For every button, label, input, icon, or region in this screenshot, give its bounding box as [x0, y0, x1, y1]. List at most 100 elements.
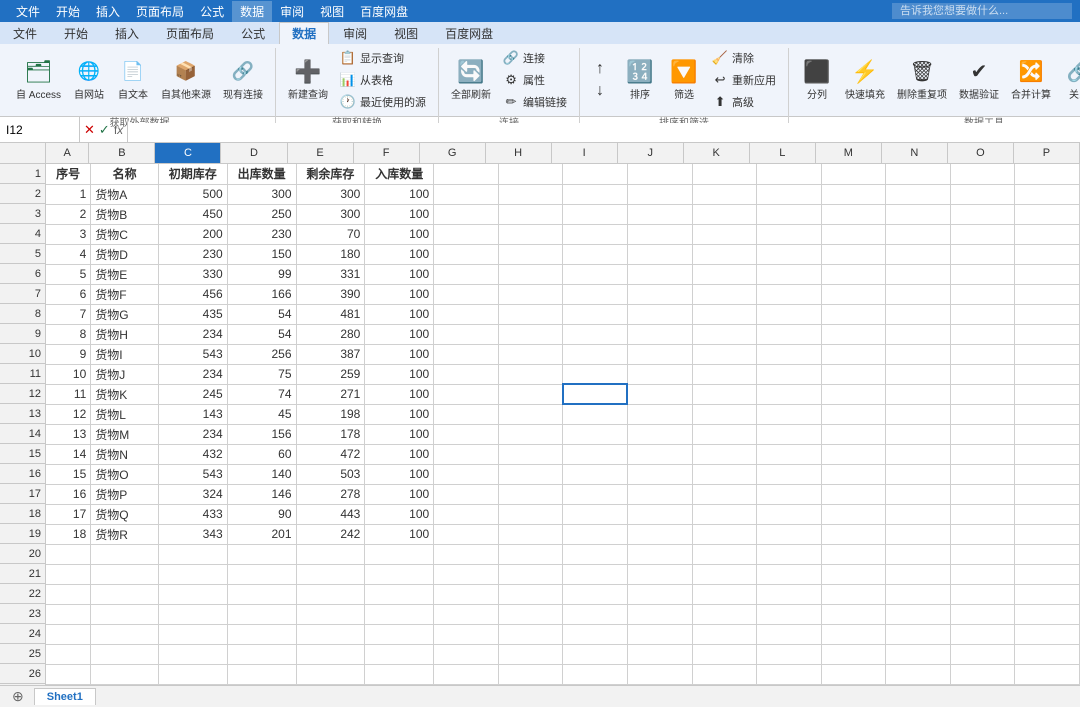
cell-B20[interactable]: [91, 544, 159, 564]
cell-P11[interactable]: [1015, 364, 1080, 384]
cell-O26[interactable]: [950, 664, 1015, 684]
cell-O2[interactable]: [950, 184, 1015, 204]
btn-existing-connections[interactable]: 🔗 现有连接: [219, 58, 267, 103]
cell-L12[interactable]: [757, 384, 822, 404]
cell-D14[interactable]: 156: [227, 424, 296, 444]
cell-J24[interactable]: [627, 624, 692, 644]
cell-I13[interactable]: [563, 404, 628, 424]
cell-E3[interactable]: 300: [296, 204, 365, 224]
cell-N2[interactable]: [886, 184, 951, 204]
cell-B7[interactable]: 货物F: [91, 284, 159, 304]
cell-M9[interactable]: [821, 324, 886, 344]
cell-E16[interactable]: 503: [296, 464, 365, 484]
cell-K23[interactable]: [692, 604, 757, 624]
cell-L8[interactable]: [757, 304, 822, 324]
add-sheet-button[interactable]: ⊕: [4, 686, 32, 707]
cell-C12[interactable]: 245: [158, 384, 227, 404]
cell-F20[interactable]: [365, 544, 434, 564]
cell-P26[interactable]: [1015, 664, 1080, 684]
cell-E21[interactable]: [296, 564, 365, 584]
cell-E7[interactable]: 390: [296, 284, 365, 304]
cell-L19[interactable]: [757, 524, 822, 544]
col-header-h[interactable]: H: [486, 143, 552, 163]
cell-I14[interactable]: [563, 424, 628, 444]
cell-E19[interactable]: 242: [296, 524, 365, 544]
tab-formula[interactable]: 公式: [228, 22, 278, 44]
col-header-g[interactable]: G: [420, 143, 486, 163]
menu-item-baidu[interactable]: 百度网盘: [352, 1, 416, 22]
cell-F22[interactable]: [365, 584, 434, 604]
cell-D6[interactable]: 99: [227, 264, 296, 284]
cell-L1[interactable]: [757, 164, 822, 184]
confirm-formula-icon[interactable]: ✓: [99, 122, 110, 138]
cell-M2[interactable]: [821, 184, 886, 204]
cell-F10[interactable]: 100: [365, 344, 434, 364]
cell-A7[interactable]: 6: [46, 284, 91, 304]
cell-O21[interactable]: [950, 564, 1015, 584]
btn-consolidate[interactable]: 🔀 合并计算: [1007, 58, 1055, 103]
cell-J6[interactable]: [627, 264, 692, 284]
cell-D21[interactable]: [227, 564, 296, 584]
cell-C4[interactable]: 200: [158, 224, 227, 244]
row-header-8[interactable]: 8: [0, 304, 45, 324]
cell-D19[interactable]: 201: [227, 524, 296, 544]
cell-B11[interactable]: 货物J: [91, 364, 159, 384]
cell-B14[interactable]: 货物M: [91, 424, 159, 444]
cell-N8[interactable]: [886, 304, 951, 324]
row-header-4[interactable]: 4: [0, 224, 45, 244]
cell-O16[interactable]: [950, 464, 1015, 484]
cell-E24[interactable]: [296, 624, 365, 644]
cell-G13[interactable]: [434, 404, 499, 424]
cell-P10[interactable]: [1015, 344, 1080, 364]
btn-remove-dupes[interactable]: 🗑 删除重复项: [893, 58, 951, 103]
cell-M8[interactable]: [821, 304, 886, 324]
row-header-7[interactable]: 7: [0, 284, 45, 304]
btn-recent-sources[interactable]: 🕐 最近使用的源: [336, 92, 430, 112]
cell-L23[interactable]: [757, 604, 822, 624]
cell-D3[interactable]: 250: [227, 204, 296, 224]
cell-L21[interactable]: [757, 564, 822, 584]
cell-G25[interactable]: [434, 644, 499, 664]
cell-J18[interactable]: [627, 504, 692, 524]
cell-E13[interactable]: 198: [296, 404, 365, 424]
cell-A19[interactable]: 18: [46, 524, 91, 544]
cell-J3[interactable]: [627, 204, 692, 224]
cell-O23[interactable]: [950, 604, 1015, 624]
cell-B9[interactable]: 货物H: [91, 324, 159, 344]
cell-J25[interactable]: [627, 644, 692, 664]
cell-P24[interactable]: [1015, 624, 1080, 644]
row-header-15[interactable]: 15: [0, 444, 45, 464]
cell-F24[interactable]: [365, 624, 434, 644]
cell-M25[interactable]: [821, 644, 886, 664]
row-header-24[interactable]: 24: [0, 624, 45, 644]
col-header-m[interactable]: M: [816, 143, 882, 163]
cell-H3[interactable]: [498, 204, 563, 224]
cell-I19[interactable]: [563, 524, 628, 544]
menu-item-data[interactable]: 数据: [232, 1, 272, 22]
cell-M1[interactable]: [821, 164, 886, 184]
cell-K21[interactable]: [692, 564, 757, 584]
cancel-formula-icon[interactable]: ✕: [84, 122, 95, 138]
row-header-16[interactable]: 16: [0, 464, 45, 484]
cell-F7[interactable]: 100: [365, 284, 434, 304]
row-header-14[interactable]: 14: [0, 424, 45, 444]
cell-F23[interactable]: [365, 604, 434, 624]
cell-G4[interactable]: [434, 224, 499, 244]
cell-O14[interactable]: [950, 424, 1015, 444]
cell-A3[interactable]: 2: [46, 204, 91, 224]
cell-L10[interactable]: [757, 344, 822, 364]
cell-G1[interactable]: [434, 164, 499, 184]
cell-O17[interactable]: [950, 484, 1015, 504]
btn-show-query[interactable]: 📋 显示查询: [336, 48, 430, 68]
cell-L2[interactable]: [757, 184, 822, 204]
cell-E22[interactable]: [296, 584, 365, 604]
row-header-2[interactable]: 2: [0, 184, 45, 204]
cell-O19[interactable]: [950, 524, 1015, 544]
tab-home[interactable]: 开始: [51, 22, 101, 44]
cell-B3[interactable]: 货物B: [91, 204, 159, 224]
cell-B22[interactable]: [91, 584, 159, 604]
cell-O7[interactable]: [950, 284, 1015, 304]
cell-P23[interactable]: [1015, 604, 1080, 624]
cell-P7[interactable]: [1015, 284, 1080, 304]
corner-cell[interactable]: [0, 143, 46, 163]
